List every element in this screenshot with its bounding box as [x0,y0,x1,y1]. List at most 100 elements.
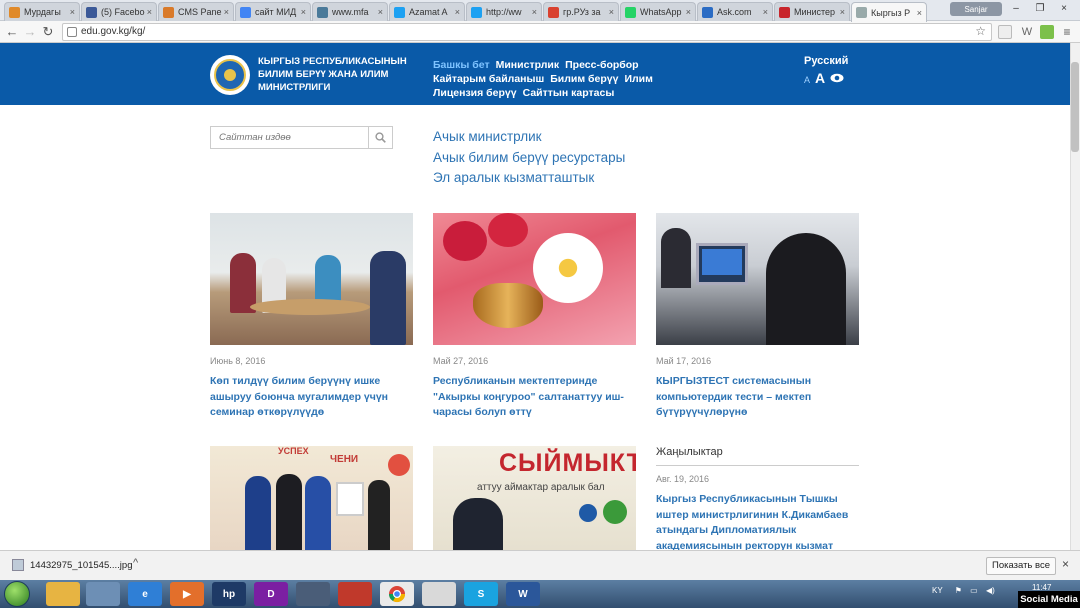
internet-explorer-icon[interactable]: e [128,582,162,606]
show-all-downloads-button[interactable]: Показать все [986,557,1056,575]
download-item[interactable]: 14432975_101545....jpg [12,559,133,571]
tab-close-icon[interactable]: × [917,8,922,18]
news-headline[interactable]: Кыргыз Республикасынын Тышкы иштер минис… [656,492,866,554]
article-image-seminar[interactable] [210,213,413,345]
browser-user-badge[interactable]: Sanjar [950,2,1002,16]
tab-title: www.mfa [332,7,369,17]
quick-link-international[interactable]: Эл аралык кызматташтык [433,168,625,189]
main-nav-item[interactable]: Билим берүү [550,73,618,85]
tab-close-icon[interactable]: × [147,7,152,17]
minimize-icon[interactable]: – [1004,2,1028,16]
tab-title: CMS Panel [178,7,222,17]
hp-icon[interactable]: hp [212,582,246,606]
tab-favicon-icon [163,6,174,18]
chrome-icon[interactable] [380,582,414,606]
article-headline[interactable]: КЫРГЫЗТЕСТ системасынын компьютердик тест… [656,374,861,421]
system-tray[interactable]: KY ⚑ ▭ ◀) [932,586,995,595]
font-small-button[interactable]: A [804,75,810,85]
tab-close-icon[interactable]: × [532,7,537,17]
language-switch[interactable]: Русский [804,55,848,67]
tab-close-icon[interactable]: × [224,7,229,17]
ministry-name[interactable]: КЫРГЫЗ РЕСПУБЛИКАСЫНЫН БИЛИМ БЕРҮҮ ЖАНА … [258,55,408,94]
article-headline-line: чарасы болуп өттү [433,406,532,418]
article-image-bell-flowers[interactable] [433,213,636,345]
start-button[interactable] [4,581,30,607]
main-nav-item[interactable]: Пресс-борбор [565,59,638,71]
tab-close-icon[interactable]: × [301,7,306,17]
browser-tab[interactable]: сайт МИД × [235,2,311,21]
close-download-bar-icon[interactable]: × [1062,557,1069,571]
browser-tab[interactable]: WhatsApp × [620,2,696,21]
extension-green-icon[interactable] [1040,25,1054,39]
tab-close-icon[interactable]: × [455,7,460,17]
article-headline-line: Республиканын мектептеринде [433,375,598,387]
main-nav-item[interactable]: Илим [624,73,652,85]
search-icon[interactable] [368,127,392,148]
award-banner-top: УСПЕХ [278,446,309,456]
menu-icon[interactable]: ≡ [1060,25,1074,39]
browser-tab[interactable]: www.mfa × [312,2,388,21]
browser-tab[interactable]: http://ww × [466,2,542,21]
font-large-button[interactable]: A [815,70,825,86]
extension-w-icon[interactable]: W [1020,25,1034,39]
close-window-icon[interactable]: × [1052,2,1076,16]
word-icon[interactable]: W [506,582,540,606]
main-nav-row: Кайтарым байланыш Билим берүү Илим [433,72,673,86]
browser-tab[interactable]: гр.РУз за × [543,2,619,21]
skype-icon[interactable]: S [464,582,498,606]
quick-link-open-ministry[interactable]: Ачык министрлик [433,127,625,148]
forward-icon[interactable]: → [22,24,38,40]
quick-link-open-resources[interactable]: Ачык билим берүү ресурстары [433,148,625,169]
browser-tab[interactable]: CMS Panel × [158,2,234,21]
search-input[interactable] [211,127,368,148]
explorer-icon[interactable] [46,582,80,606]
main-nav-item[interactable]: Кайтарым байланыш [433,73,544,85]
eye-icon[interactable] [830,70,844,88]
article-image-award[interactable]: УСПЕХ ЧЕНИ [210,446,413,550]
article-image-promo[interactable]: СЫЙМЫКТ аттуу аймактар аралык бал [433,446,636,550]
article-headline-line: семинар өткөрүлүүдө [210,406,325,418]
chevron-up-icon[interactable]: ^ [133,557,138,569]
scrollbar-thumb[interactable] [1071,62,1079,152]
app-d-icon[interactable]: D [254,582,288,606]
main-nav-item[interactable]: Лицензия берүү [433,87,517,99]
page-info-icon[interactable] [67,27,77,37]
tab-close-icon[interactable]: × [378,7,383,17]
browser-tab[interactable]: Кыргыз Р × [851,2,927,22]
browser-tab[interactable]: Azamat A × [389,2,465,21]
media-player-icon[interactable]: ▶ [170,582,204,606]
tab-close-icon[interactable]: × [609,7,614,17]
reload-icon[interactable]: ↻ [40,24,56,40]
maximize-icon[interactable]: ❐ [1028,2,1052,16]
flag-icon[interactable]: ⚑ [955,586,962,595]
article-image-computer-test[interactable] [656,213,859,345]
tab-close-icon[interactable]: × [70,7,75,17]
browser-tab[interactable]: Ask.com × [697,2,773,21]
main-nav-item[interactable]: Министрлик [496,59,560,71]
paint-icon[interactable] [422,582,456,606]
article-headline[interactable]: Көп тилдүү билим берүүнү ишке ашыруу боюн… [210,374,415,421]
main-nav-item[interactable]: Сайттын картасы [523,87,615,99]
back-icon[interactable]: ← [4,24,20,40]
bookmark-star-icon[interactable]: ☆ [975,23,986,39]
main-nav: Башкы бет Министрлик Пресс-борбор Кайтарым … [433,58,673,100]
ministry-logo[interactable] [210,55,250,95]
keyboard-language[interactable]: KY [932,586,943,595]
main-nav-item[interactable]: Башкы бет [433,59,490,71]
browser-tab[interactable]: Министер × [774,2,850,21]
browser-tab[interactable]: (5) Facebook× [81,2,157,21]
address-bar[interactable]: edu.gov.kg/kg/ ☆ [62,23,992,41]
network-icon[interactable]: ▭ [970,586,978,595]
app-chart-icon[interactable] [338,582,372,606]
app-tool-icon[interactable] [296,582,330,606]
library-icon[interactable] [86,582,120,606]
article-headline[interactable]: Республиканын мектептеринде "Акыркы коңгу… [433,374,638,421]
browser-tab[interactable]: Мурдагы × [4,2,80,21]
tab-close-icon[interactable]: × [686,7,691,17]
article-headline-line: компьютердик тести – мектеп [656,390,812,403]
tab-close-icon[interactable]: × [840,7,845,17]
article-headline-line: Көп тилдүү билим берүүнү ишке [210,375,381,387]
tab-close-icon[interactable]: × [763,7,768,17]
extension-icon[interactable] [998,25,1012,39]
volume-icon[interactable]: ◀) [986,586,995,595]
